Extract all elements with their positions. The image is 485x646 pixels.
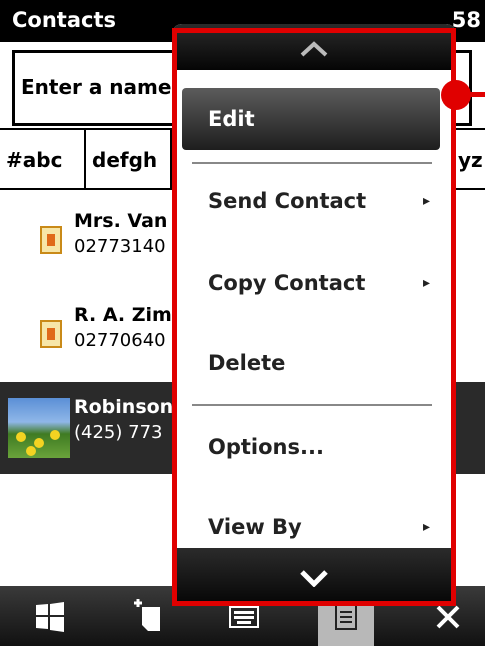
- contact-photo: [8, 398, 70, 458]
- menu-item-label: Edit: [208, 107, 255, 131]
- menu-item-label: Copy Contact: [208, 271, 366, 295]
- scroll-up-button[interactable]: [172, 24, 456, 70]
- menu-item-edit[interactable]: Edit: [182, 88, 440, 150]
- menu-item-send-contact[interactable]: Send Contact ▸: [172, 164, 456, 238]
- menu-item-label: Send Contact: [208, 189, 367, 213]
- contact-name: R. A. Zim: [74, 304, 172, 326]
- menu-item-copy-contact[interactable]: Copy Contact ▸: [172, 246, 456, 320]
- windows-start-icon[interactable]: [20, 586, 80, 646]
- submenu-arrow-icon: ▸: [422, 193, 430, 209]
- contact-card-icon: [40, 320, 62, 348]
- contact-phone: 02770640: [74, 330, 166, 351]
- scroll-down-button[interactable]: [172, 548, 456, 606]
- tab-xyz[interactable]: yz: [452, 130, 485, 188]
- search-input[interactable]: [21, 75, 171, 99]
- clock: 58: [451, 8, 481, 32]
- annotation-pointer-line: [462, 92, 485, 97]
- contact-name: Mrs. Van: [74, 210, 168, 232]
- menu-item-delete[interactable]: Delete: [172, 326, 456, 400]
- menu-item-label: Delete: [208, 351, 286, 375]
- contact-name: Robinson: [74, 396, 174, 418]
- tab-abc[interactable]: #abc: [0, 130, 86, 188]
- new-contact-icon[interactable]: [120, 586, 180, 646]
- app-title: Contacts: [12, 8, 116, 32]
- context-menu: Edit Send Contact ▸ Copy Contact ▸ Delet…: [172, 24, 456, 606]
- menu-item-options[interactable]: Options...: [172, 410, 456, 484]
- menu-item-label: Options...: [208, 435, 324, 459]
- contact-phone: (425) 773: [74, 422, 163, 443]
- tab-defgh[interactable]: defgh: [86, 130, 172, 188]
- menu-separator: [192, 404, 432, 406]
- chevron-down-icon: [300, 569, 328, 588]
- contact-card-icon: [40, 226, 62, 254]
- submenu-arrow-icon: ▸: [422, 275, 430, 291]
- menu-item-label: View By: [208, 515, 302, 539]
- contact-phone: 02773140: [74, 236, 166, 257]
- chevron-up-icon: [300, 40, 328, 56]
